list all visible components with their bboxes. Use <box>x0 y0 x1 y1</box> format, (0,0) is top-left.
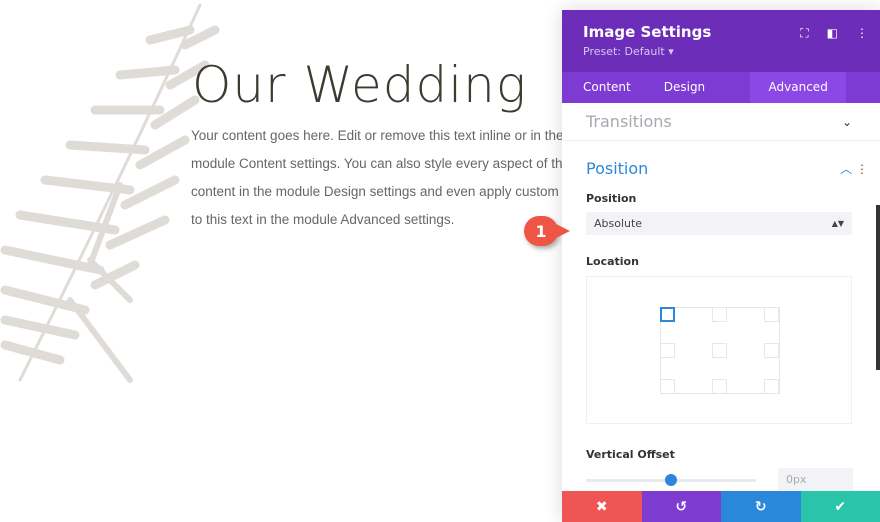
location-grid <box>660 307 780 394</box>
undo-icon: ↺ <box>675 498 688 515</box>
location-top-right[interactable] <box>764 307 779 322</box>
vertical-offset-input[interactable]: 0px <box>778 468 853 491</box>
transitions-section-toggle[interactable]: Transitions ⌄ <box>562 103 880 141</box>
redo-button[interactable]: ↻ <box>721 491 801 522</box>
transitions-label: Transitions <box>586 112 672 131</box>
chevron-down-icon: ⌄ <box>841 114 852 129</box>
location-center-right[interactable] <box>764 343 779 358</box>
vertical-offset-slider[interactable] <box>586 474 756 486</box>
location-center[interactable] <box>712 343 727 358</box>
preset-dropdown[interactable]: Preset: Default ▾ <box>583 45 880 58</box>
body-line: module Content settings. You can also st… <box>191 156 573 171</box>
page-title: Our Wedding <box>192 56 527 114</box>
panel-footer: ✖ ↺ ↻ ✔ <box>562 491 880 522</box>
location-bottom-center[interactable] <box>712 379 727 394</box>
tab-design[interactable]: Design <box>652 72 726 103</box>
chevron-up-icon[interactable]: ︿ <box>840 162 852 176</box>
location-bottom-right[interactable] <box>764 379 779 394</box>
location-top-center[interactable] <box>712 307 727 322</box>
undo-button[interactable]: ↺ <box>641 491 721 522</box>
position-section-title: Position <box>586 159 649 178</box>
location-center-left[interactable] <box>660 343 675 358</box>
position-select-value: Absolute <box>594 217 643 230</box>
redo-icon: ↻ <box>754 498 767 515</box>
cancel-button[interactable]: ✖ <box>562 491 642 522</box>
position-select[interactable]: Absolute ▲▼ <box>586 212 852 235</box>
split-view-icon[interactable]: ◧ <box>827 26 838 41</box>
tab-bar: Content Design Advanced <box>562 72 880 103</box>
close-icon: ✖ <box>595 498 608 515</box>
slider-handle[interactable] <box>665 474 677 486</box>
fullscreen-icon[interactable]: ⛶ <box>800 26 808 41</box>
body-line: Your content goes here. Edit or remove t… <box>191 128 564 143</box>
check-icon: ✔ <box>834 498 847 515</box>
position-label: Position <box>586 192 637 205</box>
body-line: content in the module Design settings an… <box>191 184 559 199</box>
tab-content[interactable]: Content <box>562 72 652 103</box>
location-bottom-left[interactable] <box>660 379 675 394</box>
position-section-header[interactable]: Position ︿ ⋮ <box>562 159 880 178</box>
tab-advanced[interactable]: Advanced <box>750 72 847 103</box>
section-more-icon[interactable]: ⋮ <box>856 162 868 176</box>
fern-decoration <box>0 3 220 383</box>
image-settings-panel: Image Settings Preset: Default ▾ ⛶ ◧ ⋮ C… <box>562 10 880 522</box>
scrollbar[interactable] <box>876 205 880 370</box>
location-top-left[interactable] <box>660 307 675 322</box>
more-options-icon[interactable]: ⋮ <box>856 26 868 41</box>
select-arrows-icon: ▲▼ <box>831 219 844 228</box>
save-button[interactable]: ✔ <box>800 491 880 522</box>
location-label: Location <box>586 255 639 268</box>
panel-header: Image Settings Preset: Default ▾ ⛶ ◧ ⋮ <box>562 10 880 72</box>
vertical-offset-label: Vertical Offset <box>586 448 675 461</box>
step-badge: 1 <box>524 216 570 246</box>
location-picker <box>586 276 852 424</box>
